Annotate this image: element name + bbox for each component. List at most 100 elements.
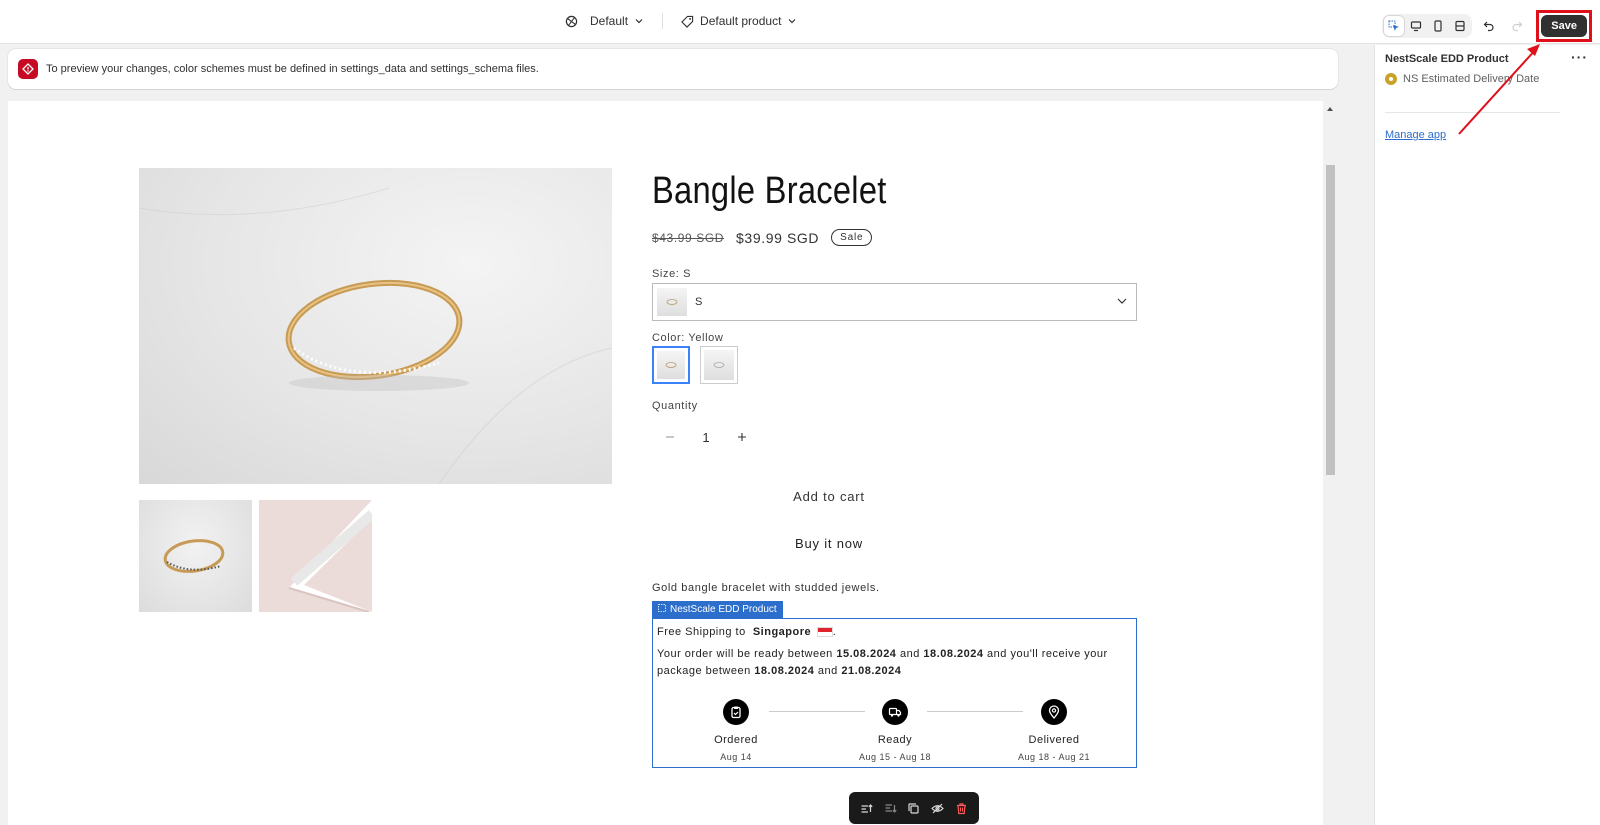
- app-block-tag-label: NestScale EDD Product: [670, 604, 777, 615]
- step-name: Ordered: [714, 734, 758, 746]
- size-select[interactable]: S: [652, 283, 1137, 321]
- timeline-step-delivered: Delivered Aug 18 - Aug 21: [994, 699, 1114, 762]
- fullscreen-icon[interactable]: [1450, 16, 1470, 36]
- quantity-stepper: 1: [652, 426, 762, 448]
- swatch-image: [704, 350, 734, 380]
- ready-start-date: 15.08.2024: [836, 648, 897, 660]
- swatch-image: [657, 351, 685, 379]
- block-icon: [658, 604, 666, 615]
- truck-icon: [882, 699, 908, 725]
- color-label: Color: Yellow: [652, 332, 724, 344]
- inspector-icon[interactable]: [1384, 16, 1405, 36]
- bracelet-image-art: [139, 187, 612, 484]
- app-block-tag[interactable]: NestScale EDD Product: [652, 601, 783, 618]
- scroll-up-arrow-icon[interactable]: [1327, 107, 1333, 111]
- product-main-image[interactable]: [139, 168, 612, 484]
- step-name: Ready: [877, 734, 913, 746]
- mobile-icon[interactable]: [1428, 16, 1448, 36]
- bracelet-thumb-art: [163, 539, 225, 573]
- sale-price: $39.99 SGD: [736, 229, 820, 246]
- undo-icon[interactable]: [1478, 15, 1500, 37]
- globe-icon: [565, 15, 578, 28]
- deliver-end-date: 21.08.2024: [841, 665, 902, 677]
- topbar-actions: Save: [1382, 10, 1592, 42]
- manage-app-link[interactable]: Manage app: [1385, 129, 1446, 141]
- color-swatch-alt[interactable]: [700, 346, 738, 384]
- app-logo-icon: [1385, 73, 1397, 85]
- minus-icon[interactable]: [652, 430, 688, 445]
- buy-now-button[interactable]: Buy it now: [652, 529, 1006, 559]
- move-down-icon[interactable]: [884, 802, 897, 815]
- price-row: $43.99 SGD $39.99 SGD Sale: [652, 229, 873, 246]
- preview-scrollbar[interactable]: [1324, 101, 1337, 825]
- step-date: Aug 15 - Aug 18: [858, 752, 932, 762]
- timeline-step-ordered: Ordered Aug 14: [676, 699, 796, 762]
- divider: [662, 13, 664, 29]
- save-highlight-box: Save: [1536, 10, 1592, 42]
- block-floating-toolbar: [849, 792, 979, 824]
- chevron-down-icon: [634, 16, 644, 26]
- theme-selector[interactable]: Default: [565, 14, 644, 28]
- product-thumbnail[interactable]: [139, 500, 252, 612]
- scrollbar-thumb[interactable]: [1326, 165, 1335, 475]
- quantity-value[interactable]: 1: [688, 430, 724, 445]
- size-value: S: [695, 296, 703, 308]
- step-date: Aug 14: [720, 752, 752, 762]
- singapore-flag-icon: [816, 627, 833, 638]
- estimate-line: Your order will be ready between 15.08.2…: [657, 646, 1132, 680]
- estimate-text-a: Your order will be ready between: [657, 648, 833, 660]
- location-pin-icon: [1041, 699, 1067, 725]
- sidebar-app-item[interactable]: NS Estimated Delivery Date: [1385, 73, 1539, 85]
- template-selector[interactable]: Default product: [681, 14, 797, 28]
- deliver-start-date: 18.08.2024: [754, 665, 815, 677]
- theme-label: Default: [590, 14, 629, 28]
- estimate-and-1: and: [900, 648, 920, 660]
- settings-sidebar: NestScale EDD Product ··· NS Estimated D…: [1374, 45, 1600, 825]
- shipping-country: Singapore: [752, 626, 812, 638]
- tag-icon: [681, 15, 694, 28]
- chevron-down-icon: [1116, 295, 1128, 310]
- variant-swatch-image: [657, 288, 687, 316]
- divider: [1385, 112, 1560, 113]
- plus-icon[interactable]: [724, 430, 760, 445]
- timeline-step-ready: Ready Aug 15 - Aug 18: [835, 699, 955, 762]
- chevron-down-icon: [787, 16, 797, 26]
- preview-notice-banner: To preview your changes, color schemes m…: [8, 49, 1338, 89]
- view-toggle: [1382, 14, 1473, 38]
- alert-diamond-icon: [18, 59, 38, 79]
- sidebar-title: NestScale EDD Product: [1385, 53, 1509, 65]
- theme-preview: Bangle Bracelet $43.99 SGD $39.99 SGD Sa…: [8, 101, 1323, 825]
- step-date: Aug 18 - Aug 21: [1017, 752, 1091, 762]
- estimate-and-2: and: [817, 665, 838, 677]
- move-up-icon[interactable]: [860, 802, 873, 815]
- clipboard-icon: [723, 699, 749, 725]
- editor-topbar: Default Default product Save: [0, 0, 1600, 44]
- color-swatches: [652, 346, 738, 384]
- shipping-line: Free Shipping to Singapore .: [657, 626, 837, 638]
- template-label: Default product: [700, 14, 782, 28]
- desktop-icon[interactable]: [1406, 16, 1426, 36]
- trash-icon[interactable]: [955, 802, 968, 815]
- more-options-icon[interactable]: ···: [1571, 49, 1588, 65]
- product-description: Gold bangle bracelet with studded jewels…: [652, 582, 880, 594]
- hide-eye-icon[interactable]: [931, 802, 944, 815]
- sidebar-app-item-label: NS Estimated Delivery Date: [1403, 73, 1540, 85]
- shipping-prefix: Free Shipping to: [657, 626, 746, 638]
- quantity-label: Quantity: [652, 400, 698, 412]
- sale-badge: Sale: [831, 229, 873, 246]
- color-swatch-yellow[interactable]: [652, 346, 690, 384]
- compare-price: $43.99 SGD: [652, 230, 725, 245]
- size-label: Size: S: [652, 268, 692, 280]
- add-to-cart-button[interactable]: Add to cart: [652, 482, 1006, 512]
- product-title: Bangle Bracelet: [652, 170, 887, 212]
- frame-thumb-art: [288, 500, 372, 612]
- delivery-timeline: Ordered Aug 14 Ready Aug 15 - Aug 18 Del…: [653, 699, 1138, 769]
- edd-widget[interactable]: Free Shipping to Singapore . Your order …: [652, 618, 1137, 768]
- step-name: Delivered: [1028, 734, 1080, 746]
- save-button[interactable]: Save: [1541, 15, 1587, 37]
- redo-icon[interactable]: [1506, 15, 1528, 37]
- duplicate-icon[interactable]: [907, 802, 920, 815]
- topbar-center: Default Default product: [565, 13, 797, 29]
- product-thumbnail[interactable]: [259, 500, 372, 612]
- notice-text: To preview your changes, color schemes m…: [46, 63, 539, 75]
